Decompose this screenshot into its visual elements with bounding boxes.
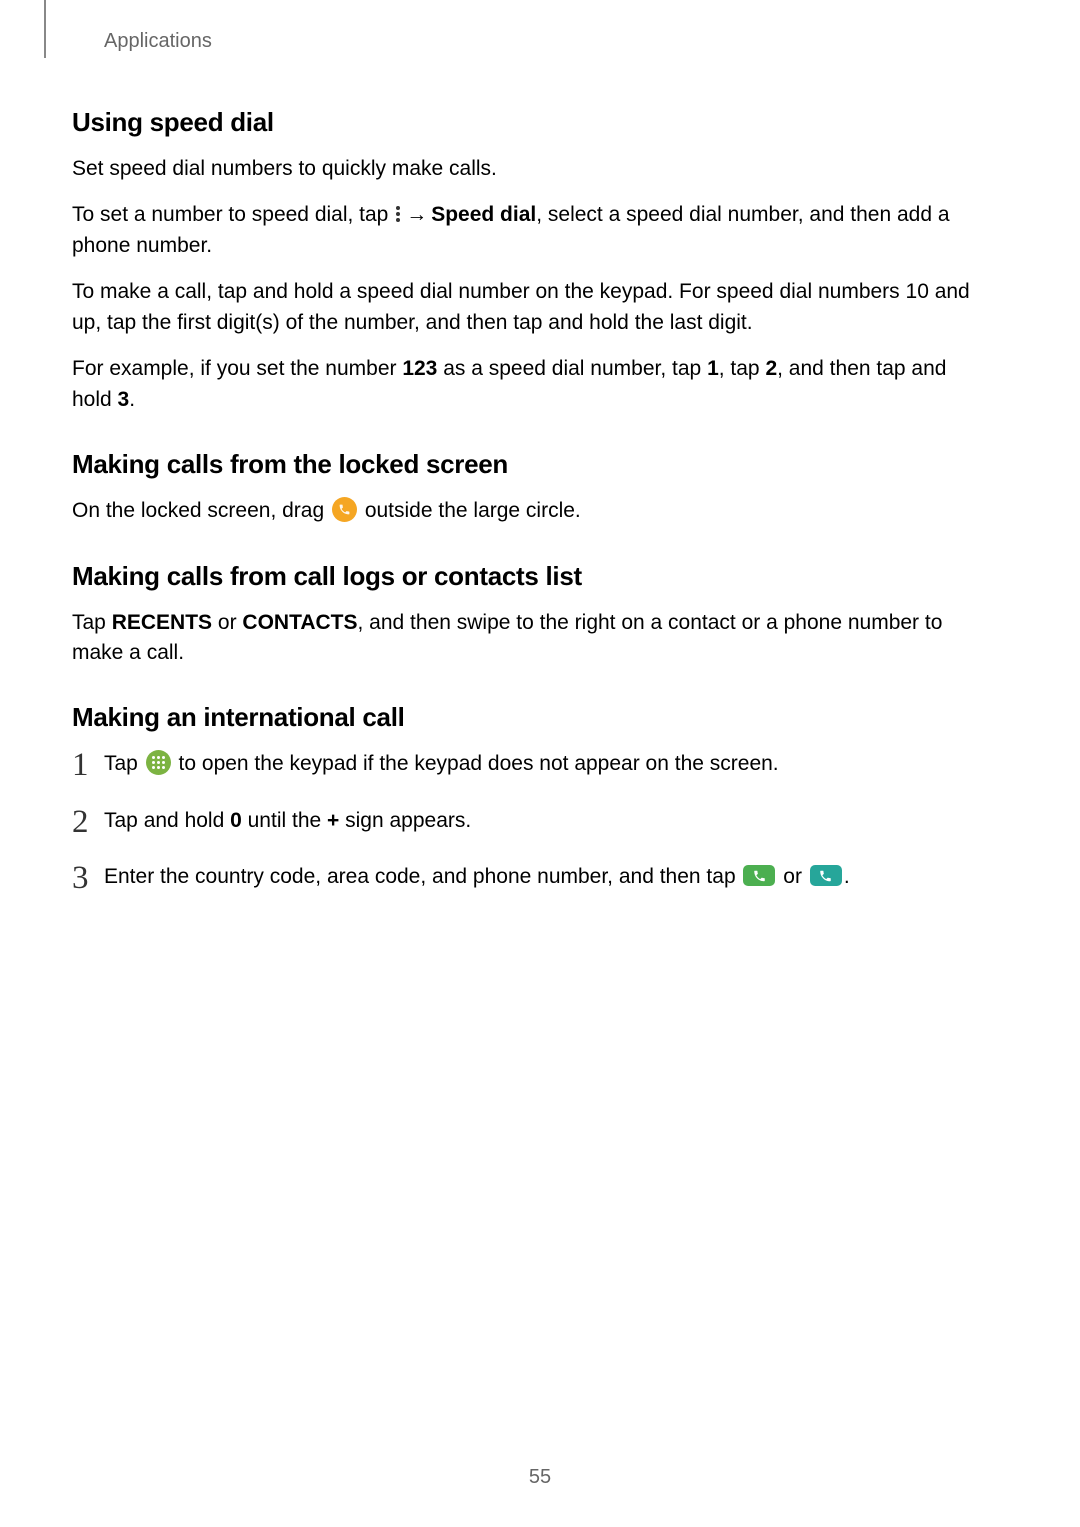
arrow-icon: → (406, 200, 427, 230)
header-rule (44, 0, 46, 58)
phone-lock-icon (332, 497, 357, 522)
page-number: 55 (0, 1466, 1080, 1489)
heading-international: Making an international call (72, 702, 980, 733)
menu-speed-dial: Speed dial (431, 203, 536, 226)
heading-speed-dial: Using speed dial (72, 107, 980, 138)
text-speed-dial-intro: Set speed dial numbers to quickly make c… (72, 154, 980, 184)
international-steps: 1 Tap to open the keypad if the keypad d… (72, 749, 980, 892)
header-label: Applications (104, 30, 980, 53)
step-3: 3 Enter the country code, area code, and… (72, 862, 980, 892)
text-call-logs: Tap RECENTS or CONTACTS, and then swipe … (72, 608, 980, 669)
heading-call-logs: Making calls from call logs or contacts … (72, 561, 980, 592)
text-speed-dial-example: For example, if you set the number 123 a… (72, 354, 980, 415)
tab-recents: RECENTS (112, 611, 212, 634)
tab-contacts: CONTACTS (242, 611, 357, 634)
step-1: 1 Tap to open the keypad if the keypad d… (72, 749, 980, 779)
text-speed-dial-call: To make a call, tap and hold a speed dia… (72, 277, 980, 338)
heading-locked-screen: Making calls from the locked screen (72, 449, 980, 480)
keypad-icon (146, 750, 171, 775)
call-button-sim1-icon (743, 865, 775, 886)
text-speed-dial-set: To set a number to speed dial, tap →Spee… (72, 200, 980, 261)
step-2: 2 Tap and hold 0 until the + sign appear… (72, 806, 980, 836)
more-options-icon (396, 206, 400, 222)
page-content: Applications Using speed dial Set speed … (0, 0, 1080, 893)
call-button-sim2-icon (810, 865, 842, 886)
text-locked-screen: On the locked screen, drag outside the l… (72, 496, 980, 526)
